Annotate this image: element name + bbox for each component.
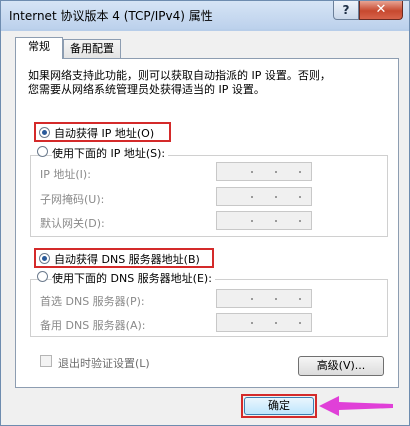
preferred-dns-label: 首选 DNS 服务器(P):	[40, 295, 145, 308]
default-gateway-label: 默认网关(D):	[40, 217, 105, 230]
radio-auto-ip-label: 自动获得 IP 地址(O)	[54, 127, 155, 140]
help-button[interactable]: ?	[333, 1, 359, 20]
annotation-arrow-icon	[319, 396, 393, 416]
radio-auto-ip[interactable]	[39, 127, 50, 138]
ok-button[interactable]: 确定	[244, 397, 314, 415]
dialog-window: Internet 协议版本 4 (TCP/IPv4) 属性 ? ✕ 常规 备用配…	[0, 0, 410, 426]
default-gateway-input[interactable]	[216, 211, 312, 230]
validate-on-exit-label: 退出时验证设置(L)	[58, 357, 150, 370]
window-title: Internet 协议版本 4 (TCP/IPv4) 属性	[9, 9, 213, 23]
title-bar[interactable]: Internet 协议版本 4 (TCP/IPv4) 属性 ? ✕	[1, 1, 409, 29]
close-button[interactable]: ✕	[359, 1, 403, 20]
close-icon: ✕	[375, 2, 387, 17]
subnet-mask-label: 子网掩码(U):	[40, 193, 105, 206]
subnet-mask-input[interactable]	[216, 187, 312, 206]
radio-manual-ip-label: 使用下面的 IP 地址(S):	[52, 145, 169, 161]
advanced-button[interactable]: 高级(V)...	[298, 356, 384, 376]
general-tab-panel: 如果网络支持此功能，则可以获取自动指派的 IP 设置。否则， 您需要从网络系统管…	[15, 58, 399, 388]
tab-general[interactable]: 常规	[15, 37, 63, 59]
alternate-dns-label: 备用 DNS 服务器(A):	[40, 319, 146, 332]
ip-address-label: IP 地址(I):	[40, 168, 91, 181]
radio-auto-dns-label: 自动获得 DNS 服务器地址(B)	[54, 253, 200, 266]
radio-manual-ip[interactable]	[37, 146, 48, 157]
tab-alternate-configuration[interactable]: 备用配置	[63, 39, 121, 59]
radio-manual-dns[interactable]	[37, 271, 48, 282]
radio-manual-dns-label: 使用下面的 DNS 服务器地址(E):	[52, 270, 215, 286]
ip-address-input[interactable]	[216, 162, 312, 181]
description-text: 如果网络支持此功能，则可以获取自动指派的 IP 设置。否则， 您需要从网络系统管…	[28, 69, 331, 96]
validate-on-exit-checkbox[interactable]	[40, 355, 52, 367]
alternate-dns-input[interactable]	[216, 313, 312, 332]
radio-auto-dns[interactable]	[39, 253, 50, 264]
preferred-dns-input[interactable]	[216, 289, 312, 308]
